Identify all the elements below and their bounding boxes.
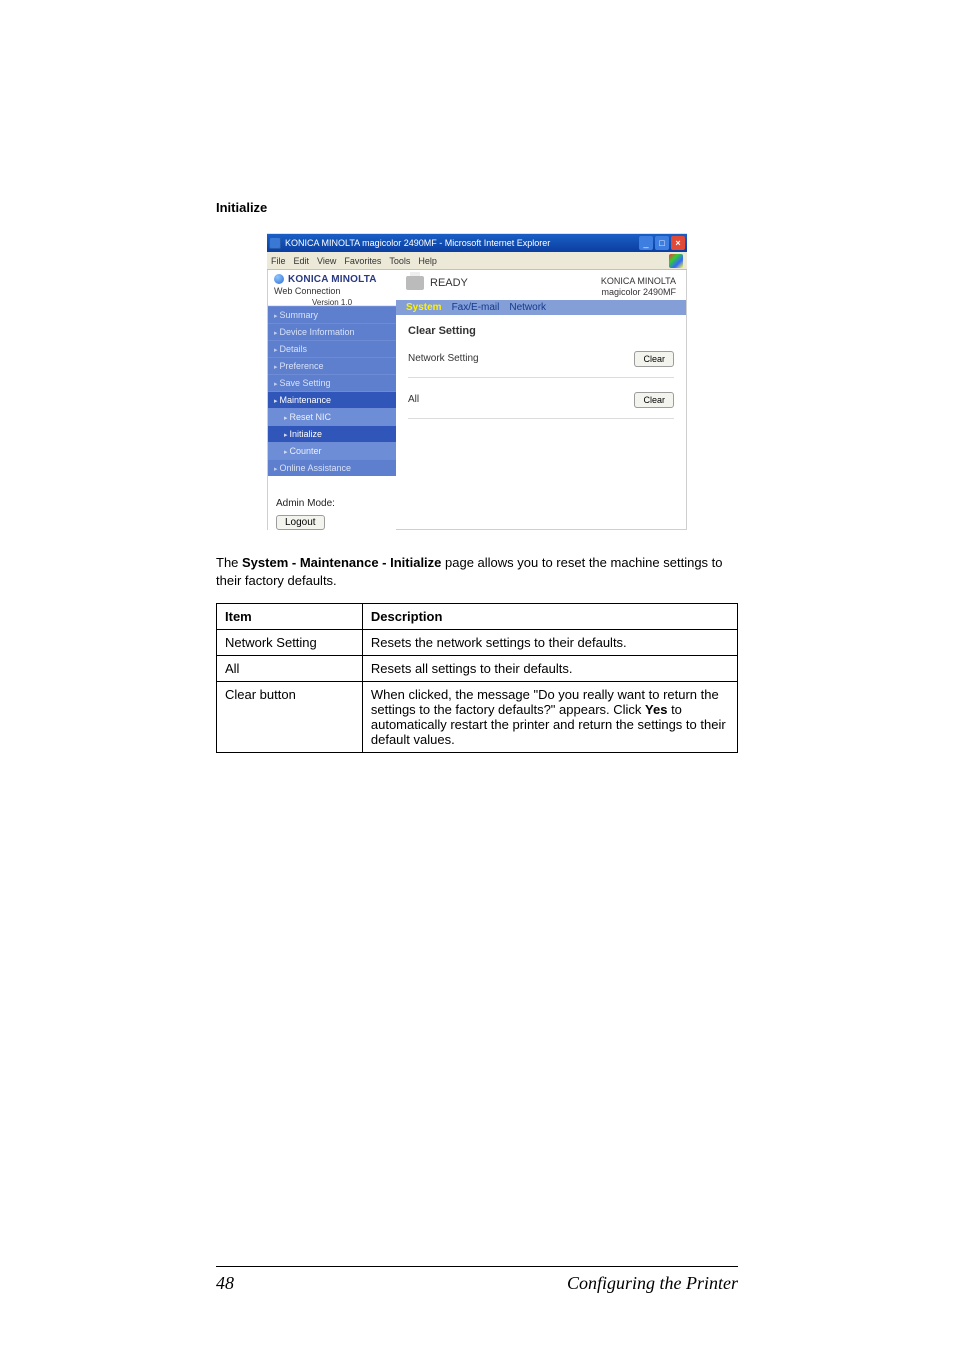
page-number: 48: [216, 1273, 234, 1294]
cell-item: All: [217, 656, 363, 682]
brand-product: Web Connection: [274, 286, 390, 296]
clear-all-button[interactable]: Clear: [634, 392, 674, 408]
menu-edit[interactable]: Edit: [294, 256, 310, 266]
th-item: Item: [217, 604, 363, 630]
chapter-title: Configuring the Printer: [567, 1273, 738, 1294]
clear-network-button[interactable]: Clear: [634, 351, 674, 367]
para-strong: System - Maintenance - Initialize: [242, 555, 441, 570]
nav-counter[interactable]: Counter: [268, 442, 396, 459]
sidebar: KONICA MINOLTA Web Connection Version 1.…: [268, 270, 396, 529]
setting-network-label: Network Setting: [408, 353, 479, 364]
nav-preference[interactable]: Preference: [268, 357, 396, 374]
nav-device-information[interactable]: Device Information: [268, 323, 396, 340]
window-title: KONICA MINOLTA magicolor 2490MF - Micros…: [285, 238, 550, 248]
menu-view[interactable]: View: [317, 256, 336, 266]
menu-help[interactable]: Help: [418, 256, 437, 266]
cell-desc-bold: Yes: [645, 702, 667, 717]
nav-initialize[interactable]: Initialize: [268, 425, 396, 442]
nav-details[interactable]: Details: [268, 340, 396, 357]
status-brand-line2: magicolor 2490MF: [601, 287, 676, 298]
window-close-button[interactable]: ×: [671, 236, 685, 250]
admin-mode-label: Admin Mode:: [276, 498, 388, 509]
tab-network[interactable]: Network: [509, 302, 546, 313]
tab-system[interactable]: System: [406, 302, 442, 313]
window-maximize-button[interactable]: □: [655, 236, 669, 250]
intro-paragraph: The System - Maintenance - Initialize pa…: [216, 554, 738, 589]
nav-save-setting[interactable]: Save Setting: [268, 374, 396, 391]
screenshot-window: KONICA MINOLTA magicolor 2490MF - Micros…: [267, 233, 687, 530]
page-footer: 48 Configuring the Printer: [216, 1266, 738, 1294]
cell-desc: Resets the network settings to their def…: [362, 630, 737, 656]
menu-favorites[interactable]: Favorites: [344, 256, 381, 266]
cell-desc: Resets all settings to their defaults.: [362, 656, 737, 682]
setting-all-label: All: [408, 394, 419, 405]
nav-reset-nic[interactable]: Reset NIC: [268, 408, 396, 425]
ie-icon: [269, 237, 281, 249]
nav-summary[interactable]: Summary: [268, 306, 396, 323]
menu-tools[interactable]: Tools: [389, 256, 410, 266]
ie-throbber-icon: [669, 254, 683, 268]
logout-button[interactable]: Logout: [276, 515, 325, 530]
window-minimize-button[interactable]: _: [639, 236, 653, 250]
cell-item: Clear button: [217, 682, 363, 753]
cell-desc: When clicked, the message "Do you really…: [362, 682, 737, 753]
window-titlebar: KONICA MINOLTA magicolor 2490MF - Micros…: [267, 234, 687, 252]
brand-name: KONICA MINOLTA: [288, 274, 377, 285]
table-row: Network Setting Resets the network setti…: [217, 630, 738, 656]
tab-bar: System Fax/E-mail Network: [396, 300, 686, 315]
nav-maintenance[interactable]: Maintenance: [268, 391, 396, 408]
panel-heading: Clear Setting: [408, 325, 674, 337]
table-row: Clear button When clicked, the message "…: [217, 682, 738, 753]
printer-icon: [406, 276, 424, 290]
th-description: Description: [362, 604, 737, 630]
cell-item: Network Setting: [217, 630, 363, 656]
menu-bar: File Edit View Favorites Tools Help: [267, 252, 687, 270]
table-row: All Resets all settings to their default…: [217, 656, 738, 682]
globe-icon: [274, 274, 284, 284]
main-panel: READY KONICA MINOLTA magicolor 2490MF Sy…: [396, 270, 686, 529]
para-pre: The: [216, 555, 242, 570]
description-table: Item Description Network Setting Resets …: [216, 603, 738, 753]
brand-block: KONICA MINOLTA Web Connection Version 1.…: [268, 270, 396, 306]
menu-file[interactable]: File: [271, 256, 286, 266]
status-brand-line1: KONICA MINOLTA: [601, 276, 676, 287]
nav-online-assistance[interactable]: Online Assistance: [268, 459, 396, 476]
tab-fax-email[interactable]: Fax/E-mail: [452, 302, 500, 313]
section-heading: Initialize: [216, 200, 738, 215]
status-ready: READY: [430, 277, 468, 289]
